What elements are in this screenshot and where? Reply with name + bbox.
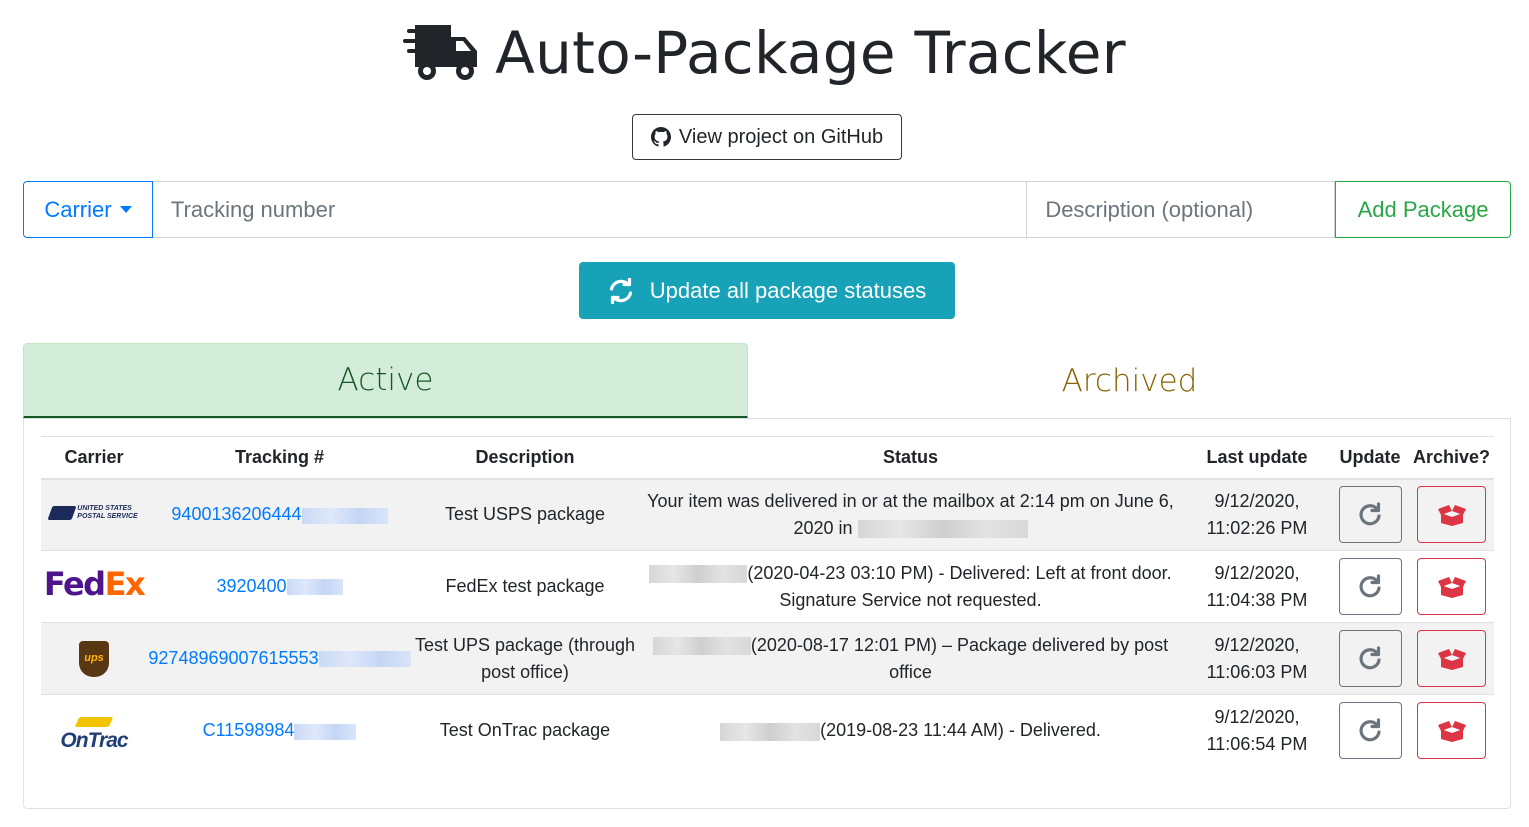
carrier-cell: OnTrac <box>41 694 147 767</box>
tracking-cell: C11598984 <box>147 694 412 767</box>
status-cell: Your item was delivered in or at the mai… <box>638 478 1183 551</box>
tracking-link[interactable]: C11598984 <box>203 720 295 740</box>
redacted-location <box>720 722 821 741</box>
tracking-cell: 3920400 <box>147 550 412 623</box>
update-cell <box>1331 694 1409 767</box>
table-row: OnTrac C11598984 Test OnTrac package (20… <box>41 694 1494 767</box>
table-row: ups 92748969007615553 Test UPS package (… <box>41 622 1494 695</box>
update-all-button[interactable]: Update all package statuses <box>579 262 955 319</box>
header-update: Update <box>1331 436 1409 480</box>
status-cell: (2020-04-23 03:10 PM) - Delivered: Left … <box>638 550 1183 623</box>
ontrac-box-icon <box>74 716 114 727</box>
description-cell: FedEx test package <box>412 550 638 623</box>
packages-panel: Carrier Tracking # Description Status La… <box>23 418 1511 809</box>
status-text: (2020-08-17 12:01 PM) – Package delivere… <box>750 634 1169 682</box>
refresh-button[interactable] <box>1338 486 1402 544</box>
redacted-tracking <box>301 507 388 524</box>
tracking-link[interactable]: 3920400 <box>216 576 286 596</box>
add-package-form: Carrier Tracking number Description (opt… <box>23 181 1511 238</box>
header-status: Status <box>638 436 1183 480</box>
table-row: Fed Ex 3920400 FedEx test package (2020-0… <box>41 550 1494 623</box>
carrier-cell: UNITED STATES POSTAL SERVICE <box>41 478 147 551</box>
header-carrier: Carrier <box>41 436 147 480</box>
redo-icon <box>1359 645 1381 669</box>
description-input[interactable]: Description (optional) <box>1027 181 1336 238</box>
redacted-tracking <box>318 651 411 668</box>
shipping-fast-icon <box>403 25 478 80</box>
last-update-cell: 9/12/2020, 11:02:26 PM <box>1183 478 1331 551</box>
redo-icon <box>1359 718 1381 742</box>
header-description: Description <box>412 436 638 480</box>
tracking-cell: 92748969007615553 <box>147 622 412 695</box>
tab-active[interactable]: Active <box>23 343 748 418</box>
redacted-location <box>649 564 748 583</box>
box-open-icon <box>1437 648 1466 670</box>
carrier-dropdown[interactable]: Carrier <box>23 181 153 238</box>
carrier-dropdown-label: Carrier <box>44 196 112 222</box>
usps-logo: UNITED STATES POSTAL SERVICE <box>47 505 138 521</box>
ups-logo: ups <box>79 640 109 677</box>
tracking-cell: 9400136206444 <box>147 478 412 551</box>
sync-icon <box>609 277 632 304</box>
status-text: (2019-08-23 11:44 AM) - Delivered. <box>820 720 1101 741</box>
page-header: Auto-Package Tracker <box>0 18 1529 88</box>
tracking-number-input[interactable]: Tracking number <box>152 181 1028 238</box>
packages-table: Carrier Tracking # Description Status La… <box>41 436 1494 767</box>
description-cell: Test OnTrac package <box>412 694 638 767</box>
update-cell <box>1331 622 1409 695</box>
archive-button[interactable] <box>1417 486 1486 544</box>
page-title: Auto-Package Tracker <box>495 19 1126 87</box>
tab-archived[interactable]: Archived <box>748 343 1511 418</box>
refresh-button[interactable] <box>1338 702 1402 760</box>
table-row: UNITED STATES POSTAL SERVICE 940013620644… <box>41 478 1494 551</box>
redacted-location <box>652 636 751 655</box>
redacted-location <box>857 520 1028 538</box>
last-update-cell: 9/12/2020, 11:06:03 PM <box>1183 622 1331 695</box>
update-all-label: Update all package statuses <box>649 277 927 303</box>
carrier-cell: ups <box>41 622 147 695</box>
header-archive: Archive? <box>1409 436 1494 480</box>
refresh-button[interactable] <box>1338 558 1402 615</box>
archive-button[interactable] <box>1417 702 1486 760</box>
refresh-button[interactable] <box>1338 630 1402 687</box>
github-button-label: View project on GitHub <box>678 125 884 148</box>
description-cell: Test UPS package (through post office) <box>412 622 638 695</box>
add-package-button[interactable]: Add Package <box>1335 181 1511 238</box>
github-button[interactable]: View project on GitHub <box>632 114 902 160</box>
caret-down-icon <box>119 206 132 213</box>
archive-cell <box>1409 622 1494 695</box>
redo-icon <box>1359 573 1381 597</box>
package-tabs: Active Archived <box>23 343 1511 419</box>
description-cell: Test USPS package <box>412 478 638 551</box>
fedex-logo: Fed Ex <box>43 564 146 603</box>
redo-icon <box>1359 502 1381 526</box>
redacted-tracking <box>294 723 357 740</box>
box-open-icon <box>1437 576 1466 598</box>
archive-button[interactable] <box>1417 630 1486 687</box>
archive-cell <box>1409 550 1494 623</box>
archive-button[interactable] <box>1417 558 1486 615</box>
table-header-row: Carrier Tracking # Description Status La… <box>41 436 1494 480</box>
carrier-cell: Fed Ex <box>41 550 147 623</box>
header-tracking: Tracking # <box>147 436 412 480</box>
redacted-tracking <box>286 579 343 596</box>
tracking-link[interactable]: 9400136206444 <box>171 504 301 524</box>
last-update-cell: 9/12/2020, 11:06:54 PM <box>1183 694 1331 767</box>
github-icon <box>650 127 671 147</box>
header-last-update: Last update <box>1183 436 1331 480</box>
box-open-icon <box>1437 504 1466 526</box>
archive-cell <box>1409 478 1494 551</box>
status-cell: (2019-08-23 11:44 AM) - Delivered. <box>638 694 1183 767</box>
box-open-icon <box>1437 720 1466 742</box>
usps-eagle-icon <box>47 506 77 521</box>
update-cell <box>1331 478 1409 551</box>
status-text: (2020-04-23 03:10 PM) - Delivered: Left … <box>747 562 1172 610</box>
status-cell: (2020-08-17 12:01 PM) – Package delivere… <box>638 622 1183 695</box>
ontrac-logo: OnTrac <box>60 716 129 754</box>
last-update-cell: 9/12/2020, 11:04:38 PM <box>1183 550 1331 623</box>
tracking-link[interactable]: 92748969007615553 <box>148 648 318 668</box>
archive-cell <box>1409 694 1494 767</box>
update-cell <box>1331 550 1409 623</box>
